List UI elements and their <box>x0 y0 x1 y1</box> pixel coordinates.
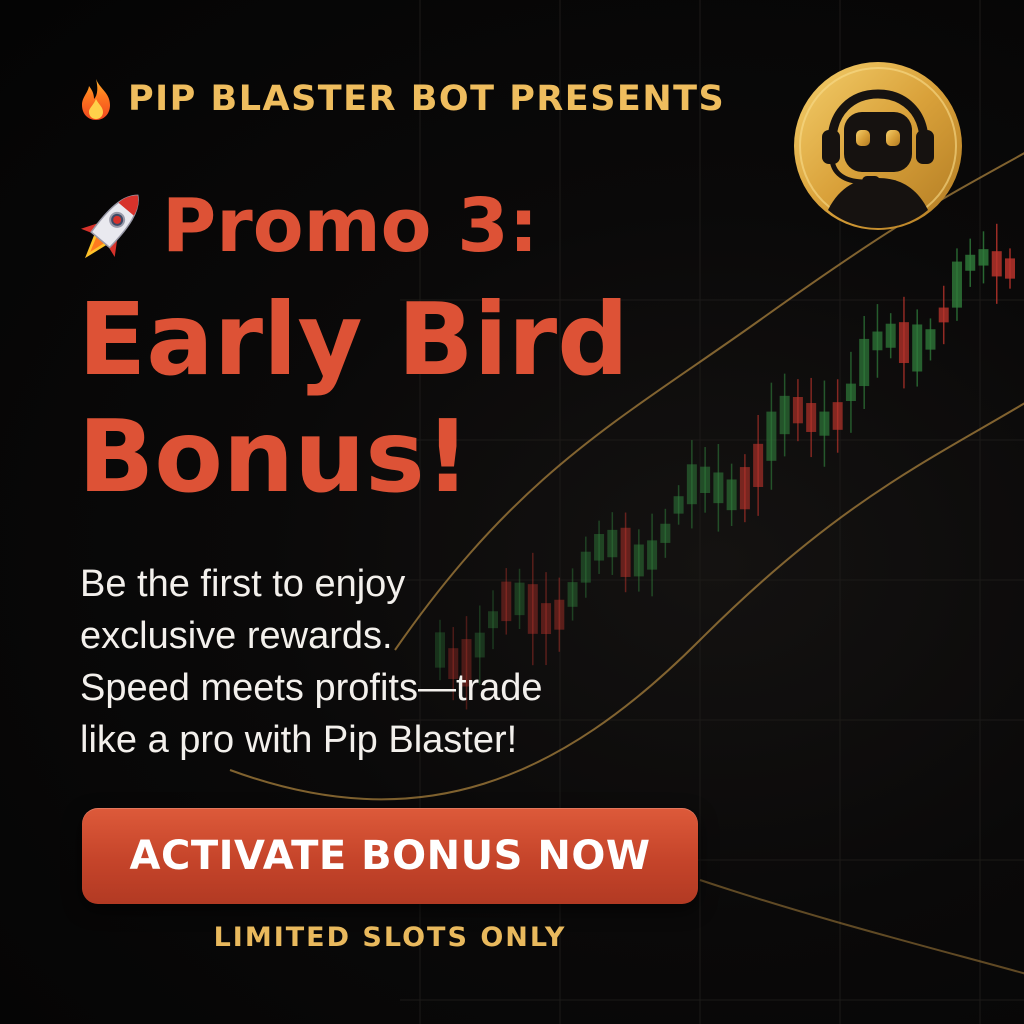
robot-headset-icon <box>794 62 962 230</box>
eyebrow-text: PIP BLASTER BOT PRESENTS <box>128 79 726 119</box>
candle-up <box>845 383 856 402</box>
trend-line-bottom <box>699 879 1024 975</box>
candle-up <box>660 523 671 543</box>
candle-up <box>594 534 605 561</box>
candle-up <box>951 261 962 308</box>
candle-up <box>726 479 737 511</box>
promo-banner: PIP BLASTER BOT PRESENTS Promo 3: Early … <box>0 0 1024 1024</box>
activate-bonus-button[interactable]: ACTIVATE BONUS NOW <box>82 808 698 904</box>
candle-up <box>700 466 711 494</box>
candle-down <box>792 396 803 424</box>
candle-up <box>713 472 724 504</box>
activate-bonus-label: ACTIVATE BONUS NOW <box>129 833 651 879</box>
eyebrow: PIP BLASTER BOT PRESENTS <box>78 74 725 124</box>
candle-up <box>965 254 976 271</box>
candle-up <box>819 411 830 436</box>
headline: Promo 3: Early Bird Bonus! <box>78 178 698 508</box>
candle-up <box>978 249 989 266</box>
candle-down <box>898 322 909 364</box>
headline-line-1: Promo 3: <box>162 183 539 269</box>
fire-icon <box>82 79 110 120</box>
candle-up <box>925 329 936 350</box>
candle-down <box>806 403 817 432</box>
candle-up <box>766 411 777 461</box>
candle-up <box>779 395 790 435</box>
candle-down <box>739 467 750 510</box>
candle-down <box>832 402 843 430</box>
candle-up <box>607 529 618 558</box>
body-copy: Be the first to enjoy exclusive rewards.… <box>80 563 543 761</box>
candle-up <box>912 324 923 372</box>
candle-down <box>753 443 764 487</box>
candle-up <box>885 323 896 348</box>
candle-up <box>859 338 870 387</box>
candle-up <box>647 540 658 570</box>
candle-down <box>1005 258 1015 279</box>
candle-up <box>872 331 883 351</box>
headline-line-2: Early Bird <box>78 281 629 398</box>
candle-down <box>938 307 949 323</box>
rocket-icon <box>81 194 139 259</box>
headline-line-3: Bonus! <box>78 398 471 515</box>
limited-slots-note: LIMITED SLOTS ONLY <box>213 922 567 953</box>
candle-down <box>991 251 1002 277</box>
